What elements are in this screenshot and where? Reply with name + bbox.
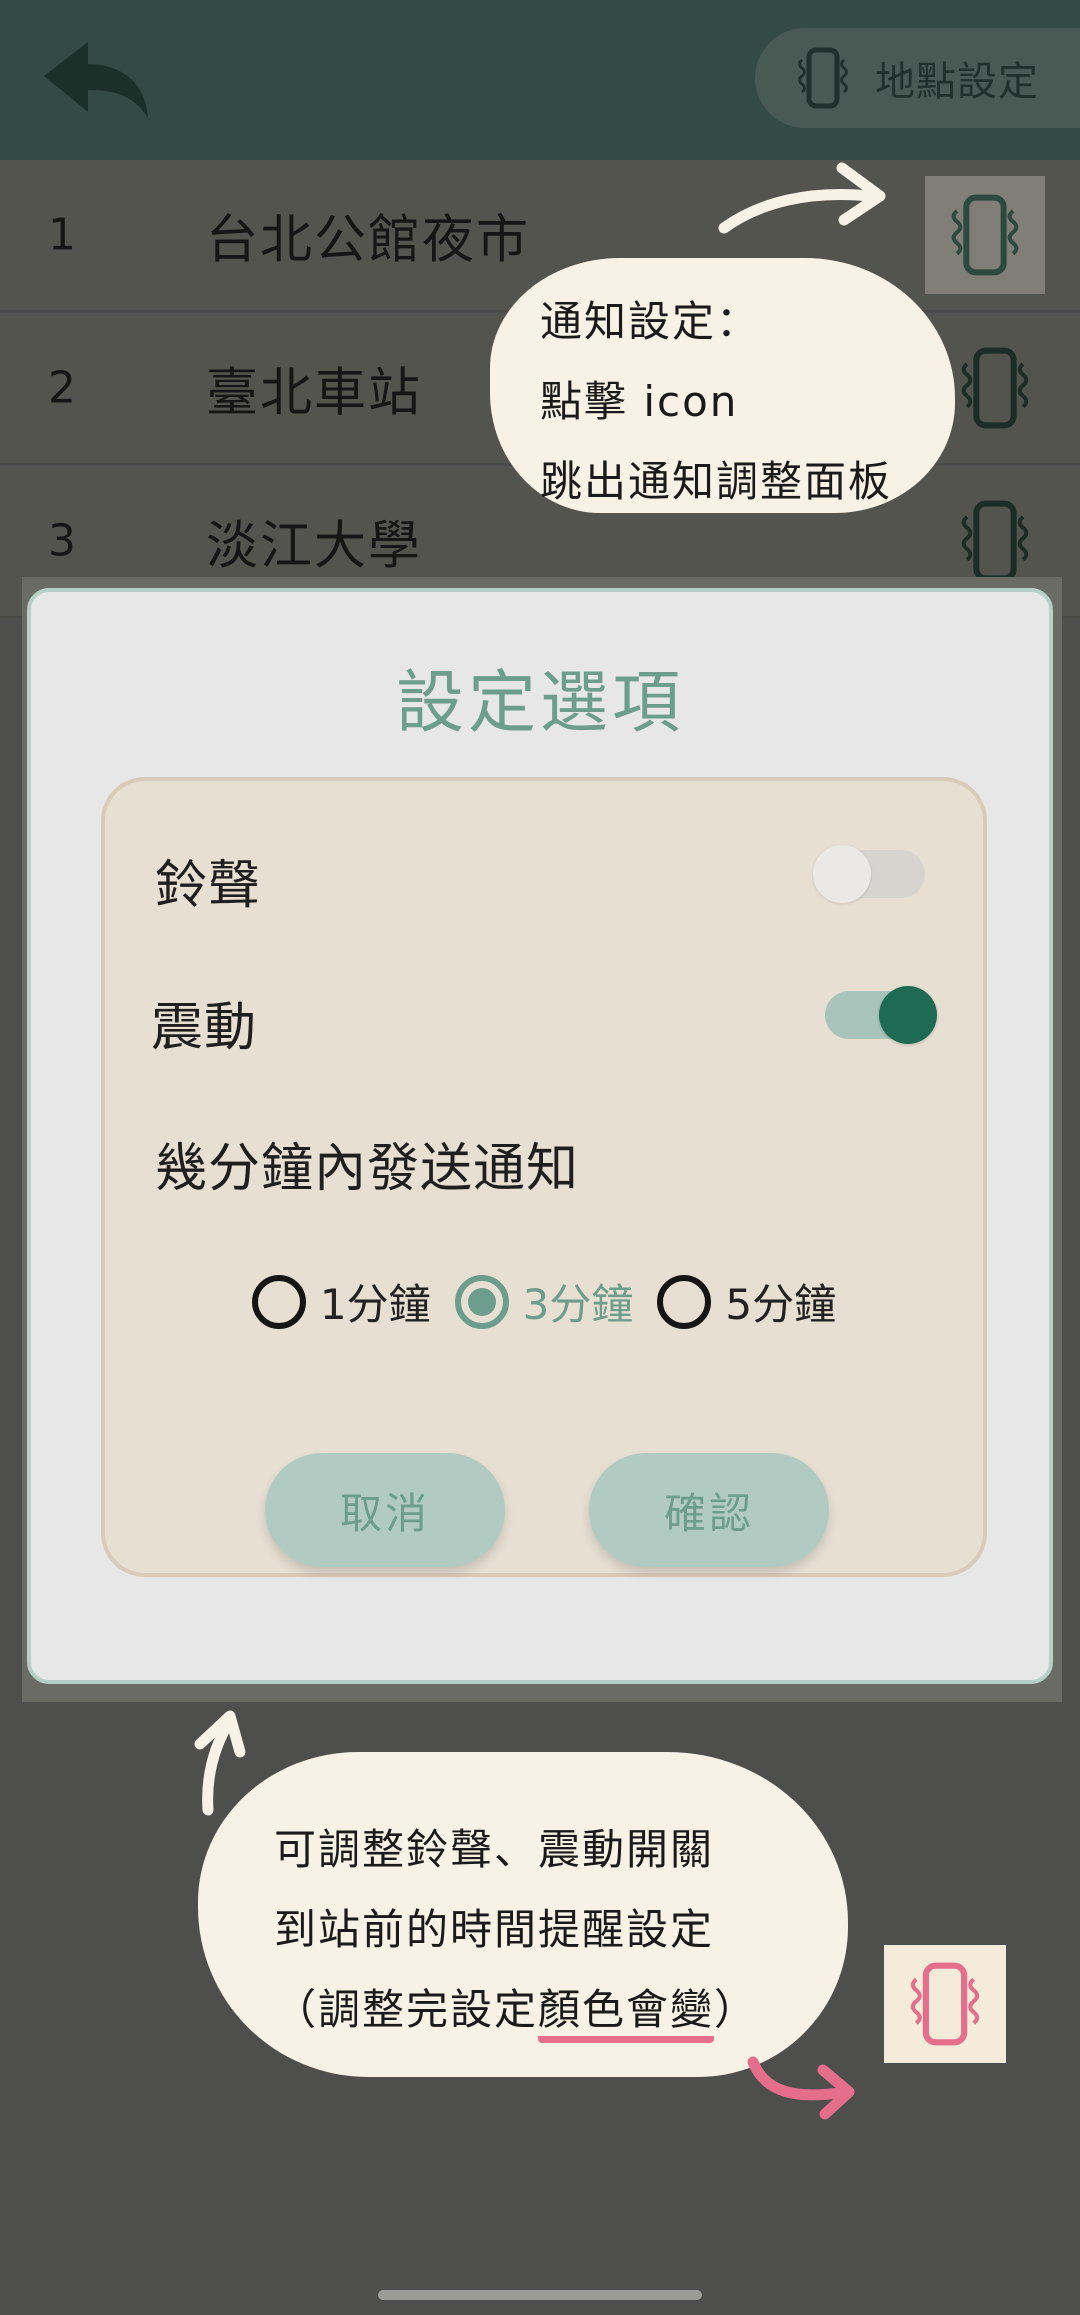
radio-1-minute[interactable]: 1分鐘 xyxy=(251,1271,431,1332)
home-indicator[interactable] xyxy=(378,2290,702,2300)
annotation-text: 點擊 icon xyxy=(540,377,739,426)
radio-circle xyxy=(454,1274,509,1329)
back-button[interactable] xyxy=(38,38,153,123)
radio-5-minutes[interactable]: 5分鐘 xyxy=(657,1271,836,1332)
annotation-highlight: 顏色會變 xyxy=(538,1985,715,2043)
ringtone-toggle[interactable] xyxy=(813,845,929,903)
list-item-name: 台北公館夜市 xyxy=(206,210,531,271)
notification-settings-button[interactable] xyxy=(945,338,1045,438)
vibration-label: 震動 xyxy=(151,998,258,1058)
annotation-arrow-pink xyxy=(747,2056,855,2120)
dialog-title: 設定選項 xyxy=(395,664,684,743)
phone-vibrate-icon xyxy=(961,500,1029,582)
annotation-bubble: 通知設定： 點擊 icon 跳出通知調整面板 xyxy=(490,258,955,513)
annotation-text: 到站前的時間提醒設定 xyxy=(274,1905,715,1954)
annotation-text: 通知設定： xyxy=(540,297,761,346)
list-item-name: 臺北車站 xyxy=(206,363,423,424)
settings-dialog: 設定選項 鈴聲 震動 幾分鐘內發送通知 1分鐘 3分鐘 5分鐘 取消 確認 xyxy=(27,588,1053,1684)
toggle-knob xyxy=(813,845,871,903)
phone-vibrate-icon xyxy=(910,1962,980,2046)
list-item-name: 淡江大學 xyxy=(206,516,423,577)
notification-settings-button[interactable] xyxy=(945,491,1045,591)
annotation-bubble: 可調整鈴聲、震動開關 到站前的時間提醒設定 （調整完設定顏色會變） xyxy=(198,1752,848,2077)
annotation-text: 可調整鈴聲、震動開關 xyxy=(274,1825,715,1874)
toggle-knob xyxy=(879,986,937,1044)
annotation-text: （調整完設定 xyxy=(274,1985,539,2034)
phone-vibrate-icon xyxy=(951,194,1019,276)
header-bar: 地點設定 xyxy=(0,0,1080,160)
annotation-text: ） xyxy=(714,1985,759,2034)
radio-3-minutes[interactable]: 3分鐘 xyxy=(454,1271,634,1332)
ringtone-label: 鈴聲 xyxy=(155,856,262,916)
changed-icon-example xyxy=(884,1945,1006,2063)
confirm-button[interactable]: 確認 xyxy=(589,1453,829,1567)
annotation-arrow xyxy=(718,162,886,234)
list-item-number: 1 xyxy=(48,209,76,261)
phone-vibrate-icon xyxy=(798,47,848,109)
annotation-text: 跳出通知調整面板 xyxy=(540,457,893,506)
cancel-button[interactable]: 取消 xyxy=(265,1453,505,1567)
radio-label: 1分鐘 xyxy=(319,1280,431,1329)
notify-within-label: 幾分鐘內發送通知 xyxy=(155,1139,580,1199)
phone-vibrate-icon xyxy=(961,347,1029,429)
radio-circle xyxy=(657,1274,712,1329)
radio-circle xyxy=(251,1274,306,1329)
back-arrow-icon xyxy=(44,42,148,118)
radio-label: 5分鐘 xyxy=(725,1280,837,1329)
annotation-line: （調整完設定顏色會變） xyxy=(274,1970,848,2050)
notification-settings-button[interactable] xyxy=(925,176,1045,294)
settings-panel: 鈴聲 震動 幾分鐘內發送通知 1分鐘 3分鐘 5分鐘 取消 確認 xyxy=(101,777,987,1577)
location-settings-button[interactable]: 地點設定 xyxy=(755,28,1080,128)
minutes-radio-group: 1分鐘 3分鐘 5分鐘 xyxy=(105,1271,983,1332)
vibration-toggle[interactable] xyxy=(821,986,937,1044)
radio-label: 3分鐘 xyxy=(522,1280,634,1329)
list-item-number: 2 xyxy=(48,362,76,414)
location-settings-label: 地點設定 xyxy=(875,59,1039,105)
list-item-number: 3 xyxy=(48,515,76,567)
